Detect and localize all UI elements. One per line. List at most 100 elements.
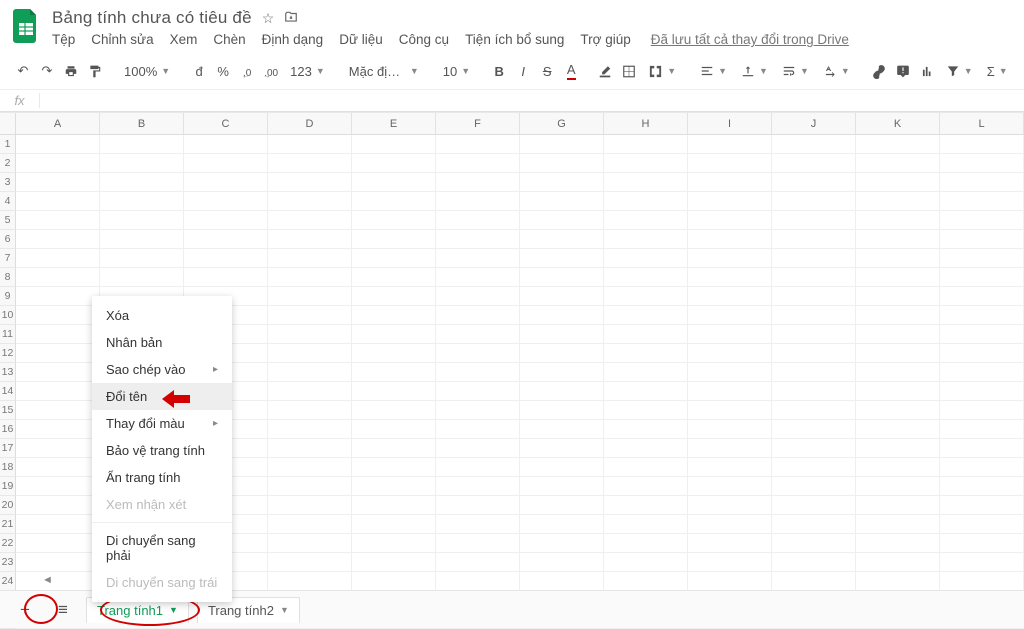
redo-icon[interactable]: ↷ xyxy=(36,59,58,83)
cell[interactable] xyxy=(100,230,184,249)
cell[interactable] xyxy=(520,382,604,401)
cell[interactable] xyxy=(268,211,352,230)
cell[interactable] xyxy=(604,553,688,572)
cell[interactable] xyxy=(436,287,520,306)
cell[interactable] xyxy=(940,249,1024,268)
context-menu-item[interactable]: Di chuyển sang phải xyxy=(92,527,232,569)
menu-data[interactable]: Dữ liệu xyxy=(339,32,383,47)
cell[interactable] xyxy=(772,382,856,401)
column-header[interactable]: H xyxy=(604,113,688,135)
cell[interactable] xyxy=(940,534,1024,553)
cell[interactable] xyxy=(604,572,688,591)
cell[interactable] xyxy=(520,363,604,382)
cell[interactable] xyxy=(352,249,436,268)
cell[interactable] xyxy=(688,458,772,477)
cell[interactable] xyxy=(352,553,436,572)
cell[interactable] xyxy=(772,534,856,553)
cell[interactable] xyxy=(940,401,1024,420)
cell[interactable] xyxy=(16,154,100,173)
column-header[interactable]: D xyxy=(268,113,352,135)
cell[interactable] xyxy=(436,572,520,591)
cell[interactable] xyxy=(688,439,772,458)
cell[interactable] xyxy=(268,515,352,534)
cell[interactable] xyxy=(772,458,856,477)
comment-icon[interactable] xyxy=(892,59,914,83)
cell[interactable] xyxy=(100,211,184,230)
cell[interactable] xyxy=(772,135,856,154)
cell[interactable] xyxy=(604,420,688,439)
cell[interactable] xyxy=(604,230,688,249)
cell[interactable] xyxy=(604,325,688,344)
row-header[interactable]: 9 xyxy=(0,287,16,306)
cell[interactable] xyxy=(772,420,856,439)
column-header[interactable]: F xyxy=(436,113,520,135)
cell[interactable] xyxy=(520,230,604,249)
row-header[interactable]: 15 xyxy=(0,401,16,420)
cell[interactable] xyxy=(856,572,940,591)
cell[interactable] xyxy=(352,173,436,192)
cell[interactable] xyxy=(352,439,436,458)
cell[interactable] xyxy=(16,192,100,211)
cell[interactable] xyxy=(268,534,352,553)
italic-icon[interactable]: I xyxy=(512,59,534,83)
cell[interactable] xyxy=(772,230,856,249)
row-header[interactable]: 2 xyxy=(0,154,16,173)
cell[interactable] xyxy=(688,173,772,192)
cell[interactable] xyxy=(604,458,688,477)
cell[interactable] xyxy=(520,325,604,344)
link-icon[interactable] xyxy=(868,59,890,83)
column-header[interactable]: I xyxy=(688,113,772,135)
cell[interactable] xyxy=(268,306,352,325)
cell[interactable] xyxy=(520,477,604,496)
cell[interactable] xyxy=(16,572,100,591)
v-align-icon[interactable]: ▼ xyxy=(735,59,774,83)
cell[interactable] xyxy=(16,401,100,420)
cell[interactable] xyxy=(772,325,856,344)
cell[interactable] xyxy=(100,192,184,211)
cell[interactable] xyxy=(436,553,520,572)
functions-icon[interactable]: Σ▼ xyxy=(981,59,1014,83)
cell[interactable] xyxy=(520,287,604,306)
doc-title[interactable]: Bảng tính chưa có tiêu đề xyxy=(52,8,252,28)
cell[interactable] xyxy=(436,173,520,192)
cell[interactable] xyxy=(352,135,436,154)
cell[interactable] xyxy=(604,515,688,534)
cell[interactable] xyxy=(268,363,352,382)
cell[interactable] xyxy=(520,572,604,591)
cell[interactable] xyxy=(940,496,1024,515)
cell[interactable] xyxy=(16,458,100,477)
row-header[interactable]: 17 xyxy=(0,439,16,458)
column-header[interactable]: B xyxy=(100,113,184,135)
h-align-icon[interactable]: ▼ xyxy=(694,59,733,83)
cell[interactable] xyxy=(352,344,436,363)
cell[interactable] xyxy=(436,344,520,363)
cell[interactable] xyxy=(940,344,1024,363)
cell[interactable] xyxy=(184,192,268,211)
cell[interactable] xyxy=(772,192,856,211)
cell[interactable] xyxy=(268,135,352,154)
cell[interactable] xyxy=(604,496,688,515)
cell[interactable] xyxy=(520,344,604,363)
cell[interactable] xyxy=(352,363,436,382)
cell[interactable] xyxy=(436,401,520,420)
cell[interactable] xyxy=(940,477,1024,496)
cell[interactable] xyxy=(688,401,772,420)
cell[interactable] xyxy=(16,344,100,363)
currency-icon[interactable]: đ xyxy=(188,59,210,83)
cell[interactable] xyxy=(268,496,352,515)
cell[interactable] xyxy=(268,439,352,458)
cell[interactable] xyxy=(16,439,100,458)
cell[interactable] xyxy=(856,211,940,230)
column-header[interactable]: J xyxy=(772,113,856,135)
cell[interactable] xyxy=(16,249,100,268)
cell[interactable] xyxy=(940,135,1024,154)
cell[interactable] xyxy=(772,477,856,496)
cell[interactable] xyxy=(268,192,352,211)
strike-icon[interactable]: S xyxy=(536,59,558,83)
context-menu-item[interactable]: Thay đổi màu▸ xyxy=(92,410,232,437)
cell[interactable] xyxy=(436,420,520,439)
number-format[interactable]: 123▼ xyxy=(284,59,331,83)
cell[interactable] xyxy=(856,496,940,515)
cell[interactable] xyxy=(856,192,940,211)
cell[interactable] xyxy=(940,192,1024,211)
